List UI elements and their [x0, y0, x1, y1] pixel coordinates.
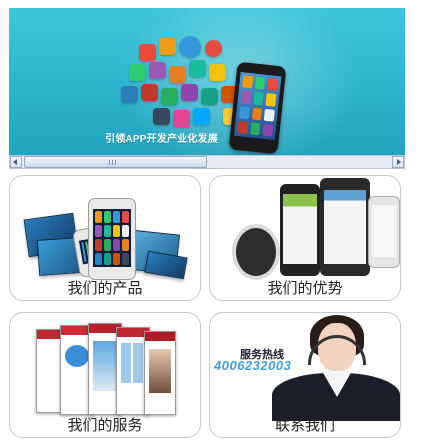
app-icon [161, 88, 178, 105]
app-icon [201, 88, 218, 105]
hotline-number: 4006232003 [214, 358, 292, 373]
app-icon [149, 62, 166, 79]
hero-banner[interactable]: 引领APP开发产业化发展 [9, 8, 405, 155]
smartphone-image [228, 61, 287, 155]
card-label: 我们的服务 [67, 417, 143, 434]
card-our-products[interactable]: 我们的产品 [9, 175, 201, 301]
card-label: 我们的优势 [267, 280, 343, 297]
banner-tagline: 引领APP开发产业化发展 [105, 134, 218, 145]
app-icon [181, 84, 198, 101]
card-label: 我们的产品 [67, 280, 143, 297]
app-icon [139, 44, 156, 61]
card-our-services[interactable]: 我们的服务 [9, 312, 201, 438]
card-contact-us[interactable]: 服务热线 4006232003 联系我们 [209, 312, 401, 438]
app-icon [159, 38, 176, 55]
app-icon [121, 86, 138, 103]
app-icon [169, 66, 186, 83]
app-icon [129, 64, 146, 81]
app-icon [141, 84, 158, 101]
app-icon [189, 60, 206, 77]
horizontal-scrollbar[interactable] [9, 155, 405, 169]
scroll-left-arrow-icon[interactable] [10, 156, 22, 168]
app-icon [193, 108, 210, 125]
scrollbar-thumb[interactable] [24, 156, 207, 168]
app-icon [173, 110, 190, 127]
app-icon [205, 40, 222, 57]
app-icon [209, 64, 226, 81]
card-our-advantages[interactable]: 我们的优势 [209, 175, 401, 301]
scroll-right-arrow-icon[interactable] [392, 156, 404, 168]
app-icon [153, 108, 170, 125]
card-label: 联系我们 [274, 417, 335, 434]
app-icon [179, 36, 201, 58]
